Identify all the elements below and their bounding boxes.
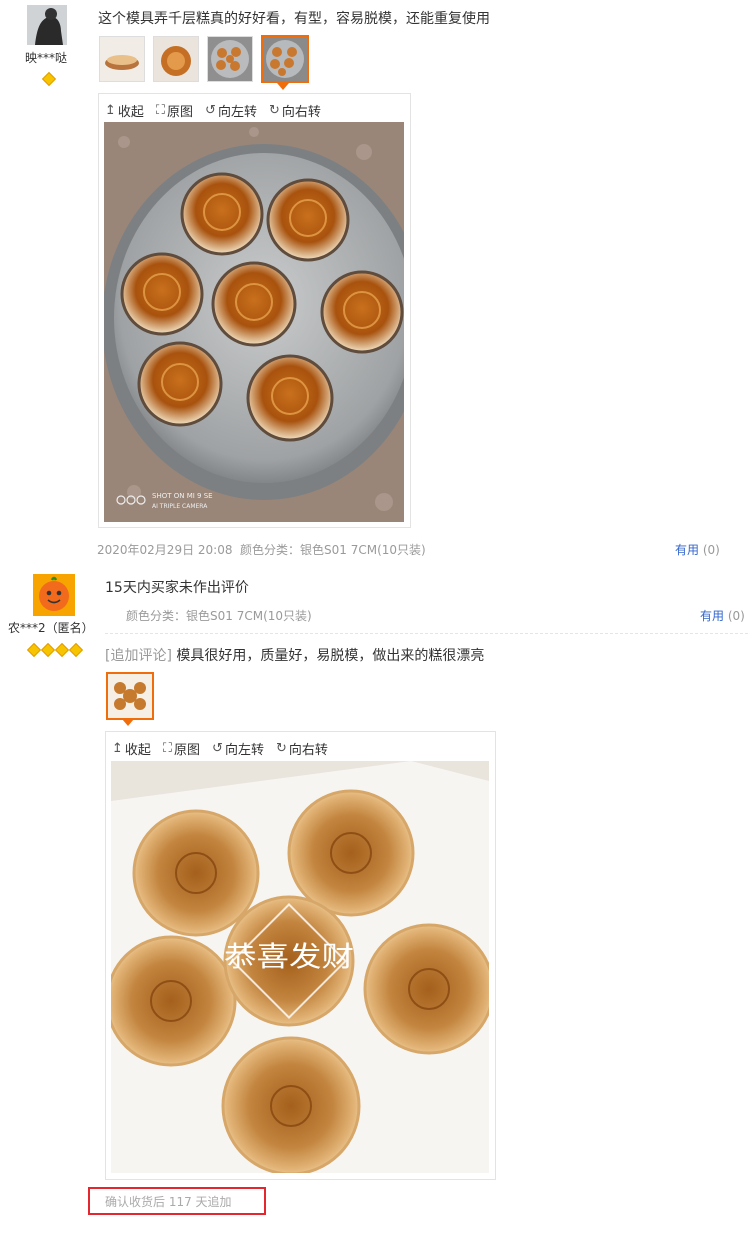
review-thumbnail-selected[interactable]	[106, 672, 154, 720]
useful-button[interactable]: 有用	[700, 609, 724, 623]
diamond-icon	[41, 71, 57, 87]
collapse-button[interactable]: ↥ 收起	[112, 739, 151, 758]
collapse-arrow-icon: ↥	[112, 741, 123, 756]
rotate-right-icon: ↻	[268, 103, 280, 118]
expand-icon: ⛶	[162, 741, 173, 756]
review-thumbnail[interactable]	[99, 36, 145, 82]
collapse-arrow-icon: ↥	[105, 103, 116, 118]
original-image-button[interactable]: ⛶ 原图	[156, 101, 193, 120]
selected-pointer	[122, 719, 134, 726]
avatar	[33, 574, 75, 616]
watermark-text: AI TRIPLE CAMERA	[152, 503, 208, 510]
review-text: 15天内买家未作出评价	[105, 580, 249, 596]
selected-pointer	[277, 83, 289, 90]
diamond-icon	[54, 642, 70, 658]
diamond-icon	[68, 642, 84, 658]
rotate-right-button[interactable]: ↻ 向右转	[276, 739, 328, 758]
useful-button[interactable]: 有用	[675, 543, 699, 557]
review-thumbnail[interactable]	[207, 36, 253, 82]
rotate-right-button[interactable]: ↻ 向右转	[269, 101, 321, 120]
append-tag: [追加评论]	[105, 648, 172, 664]
diamond-icon	[40, 642, 56, 658]
rotate-left-button[interactable]: ↺ 向左转	[212, 739, 264, 758]
append-review: [追加评论] 模具很好用，质量好，易脱模，做出来的糕很漂亮	[105, 645, 484, 665]
viewer-toolbar: ↥ 收起 ⛶ 原图 ↺ 向左转 ↻ 向右转	[105, 101, 321, 120]
rotate-left-button[interactable]: ↺ 向左转	[205, 101, 257, 120]
useful-vote: 有用 (0)	[675, 541, 720, 558]
expand-icon: ⛶	[155, 103, 166, 118]
rotate-left-icon: ↺	[212, 741, 223, 756]
stamp-text: 恭喜发财	[224, 940, 354, 973]
member-level-badge	[26, 640, 84, 659]
username: 农***2（匿名）	[8, 621, 94, 635]
append-review-text: 模具很好用，质量好，易脱模，做出来的糕很漂亮	[176, 648, 485, 664]
rotate-left-icon: ↺	[205, 103, 216, 118]
sku-info: 颜色分类：银色S01 7CM(10只装)	[240, 543, 426, 557]
sku-info: 颜色分类：银色S01 7CM(10只装)	[126, 609, 312, 623]
member-level-badge	[41, 69, 57, 88]
useful-count: (0)	[702, 543, 720, 557]
review-photo[interactable]: 恭喜发财	[105, 761, 495, 1176]
original-image-button[interactable]: ⛶ 原图	[163, 739, 200, 758]
review-thumbnail[interactable]	[153, 36, 199, 82]
rotate-right-icon: ↻	[275, 741, 287, 756]
review-photo[interactable]: SHOT ON MI 9 SE AI TRIPLE CAMERA	[102, 122, 426, 522]
avatar	[27, 5, 67, 45]
review-date: 2020年02月29日 20:08	[97, 543, 233, 557]
viewer-toolbar: ↥ 收起 ⛶ 原图 ↺ 向左转 ↻ 向右转	[112, 739, 328, 758]
review-thumbnail-selected[interactable]	[261, 35, 309, 83]
diamond-icon	[26, 642, 42, 658]
divider	[105, 633, 748, 634]
watermark-text: SHOT ON MI 9 SE	[152, 492, 213, 500]
append-time: 确认收货后 117 天追加	[105, 1195, 232, 1209]
useful-vote: 有用 (0)	[700, 607, 745, 624]
username: 映***哒	[25, 51, 68, 65]
useful-count: (0)	[727, 609, 745, 623]
collapse-button[interactable]: ↥ 收起	[105, 101, 144, 120]
review-text: 这个模具弄千层糕真的好好看，有型，容易脱模，还能重复使用	[98, 11, 490, 27]
